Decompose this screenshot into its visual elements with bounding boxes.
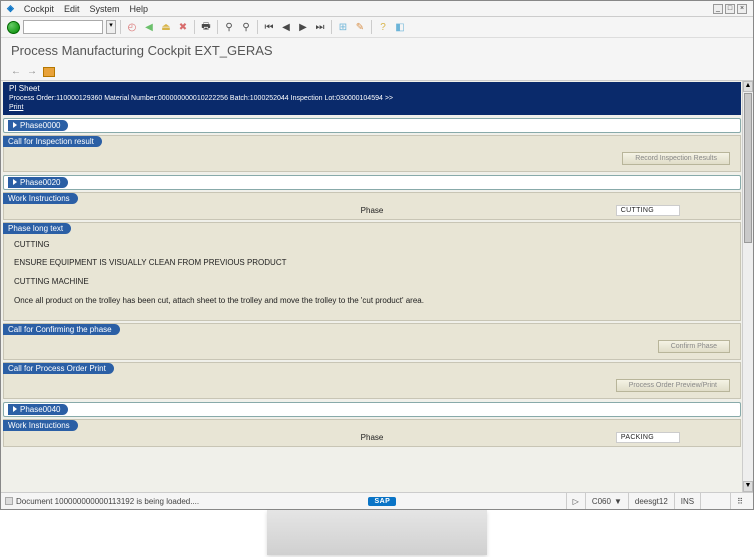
record-inspection-button[interactable]: Record Inspection Results (622, 152, 730, 165)
close-button[interactable]: × (737, 4, 747, 14)
call-print-panel: Call for Process Order Print Process Ord… (3, 362, 741, 399)
cancel-icon[interactable]: ✖ (176, 20, 190, 34)
scroll-thumb[interactable] (744, 93, 752, 243)
phase-0000-tab[interactable]: Phase0000 (8, 120, 68, 131)
call-confirm-panel: Call for Confirming the phase Confirm Ph… (3, 323, 741, 360)
status-message: Document 100000000000113192 is being loa… (16, 497, 199, 506)
confirm-phase-button[interactable]: Confirm Phase (658, 340, 730, 353)
print-icon[interactable]: 🖶 (199, 20, 213, 34)
status-handle-icon[interactable] (5, 497, 13, 505)
header-print-link[interactable]: Print (9, 103, 735, 112)
help-icon[interactable]: ? (376, 20, 390, 34)
chevron-down-icon[interactable]: ▼ (614, 497, 622, 506)
work-instr-tab[interactable]: Work Instructions (3, 420, 78, 431)
phase-0040-tab[interactable]: Phase0040 (8, 404, 68, 415)
phase-longtext-panel: Phase long text CUTTING ENSURE EQUIPMENT… (3, 222, 741, 321)
layout-icon[interactable]: ◧ (393, 20, 407, 34)
status-grip-icon[interactable]: ⠿ (737, 497, 743, 506)
work-instr-tab[interactable]: Work Instructions (3, 193, 78, 204)
new-session-icon[interactable]: ⊞ (336, 20, 350, 34)
prev-page-icon[interactable]: ◀ (279, 20, 293, 34)
call-inspection-tab[interactable]: Call for Inspection result (3, 136, 102, 147)
sap-corner-icon: ◈ (7, 3, 14, 14)
maximize-button[interactable]: □ (725, 4, 735, 14)
menu-help[interactable]: Help (129, 4, 148, 14)
phase-value-cutting: CUTTING (616, 205, 680, 216)
sap-logo: SAP (368, 497, 396, 506)
status-mode: INS (674, 493, 700, 509)
po-preview-print-button[interactable]: Process Order Preview/Print (616, 379, 730, 392)
first-page-icon[interactable]: ⏮ (262, 20, 276, 34)
scroll-up-icon[interactable]: ▲ (743, 81, 753, 92)
phase-label: Phase (361, 433, 384, 442)
vertical-scrollbar[interactable]: ▲ ▼ (742, 81, 753, 492)
page-title: Process Manufacturing Cockpit EXT_GERAS (1, 38, 753, 63)
scroll-down-icon[interactable]: ▼ (743, 481, 753, 492)
phase-longtext-tab[interactable]: Phase long text (3, 223, 71, 234)
work-instr-panel-40: Work Instructions Phase PACKING (3, 419, 741, 447)
expand-icon (13, 179, 17, 185)
minimize-button[interactable]: _ (713, 4, 723, 14)
exit-icon[interactable]: ⏏ (159, 20, 173, 34)
longtext-line: ENSURE EQUIPMENT IS VISUALLY CLEAN FROM … (14, 257, 730, 270)
call-inspection-panel: Call for Inspection result Record Inspec… (3, 135, 741, 172)
phase-0020-tab[interactable]: Phase0020 (8, 177, 68, 188)
longtext-line: CUTTING MACHINE (14, 276, 730, 289)
save-icon[interactable]: ◴ (125, 20, 139, 34)
longtext-line: CUTTING (14, 239, 730, 252)
toolbar: ▾ ◴ ◀ ⏏ ✖ 🖶 ⚲ ⚲ ⏮ ◀ ▶ ⏭ ⊞ ✎ ? ◧ (1, 17, 753, 38)
status-client: C060 (592, 497, 611, 506)
menu-edit[interactable]: Edit (64, 4, 80, 14)
find-icon[interactable]: ⚲ (222, 20, 236, 34)
header-details: Process Order:110000129360 Material Numb… (9, 94, 735, 103)
back-icon[interactable]: ◀ (142, 20, 156, 34)
last-page-icon[interactable]: ⏭ (313, 20, 327, 34)
longtext-line: Once all product on the trolley has been… (14, 295, 730, 308)
call-print-tab[interactable]: Call for Process Order Print (3, 363, 114, 374)
status-user: deesgt12 (628, 493, 674, 509)
nav-forward-icon[interactable]: → (27, 66, 37, 77)
phase-label: Phase (361, 206, 384, 215)
status-bar: Document 100000000000113192 is being loa… (1, 492, 753, 509)
menu-system[interactable]: System (89, 4, 119, 14)
command-field[interactable] (23, 20, 103, 34)
command-dropdown[interactable]: ▾ (106, 20, 116, 34)
next-page-icon[interactable]: ▶ (296, 20, 310, 34)
monitor-stand (267, 510, 487, 555)
nav-back-icon[interactable]: ← (11, 66, 21, 77)
menu-cockpit[interactable]: Cockpit (24, 4, 54, 14)
enter-icon[interactable] (7, 21, 20, 34)
expand-icon (13, 406, 17, 412)
pi-sheet-header: PI Sheet Process Order:110000129360 Mate… (3, 82, 741, 115)
header-title: PI Sheet (9, 84, 735, 94)
work-instr-panel-20: Work Instructions Phase CUTTING (3, 192, 741, 220)
find-next-icon[interactable]: ⚲ (239, 20, 253, 34)
call-confirm-tab[interactable]: Call for Confirming the phase (3, 324, 120, 335)
phase-value-packing: PACKING (616, 432, 680, 443)
nav-right-icon[interactable]: ▷ (573, 497, 579, 506)
expand-icon (13, 122, 17, 128)
folder-icon[interactable] (43, 67, 55, 77)
shortcut-icon[interactable]: ✎ (353, 20, 367, 34)
